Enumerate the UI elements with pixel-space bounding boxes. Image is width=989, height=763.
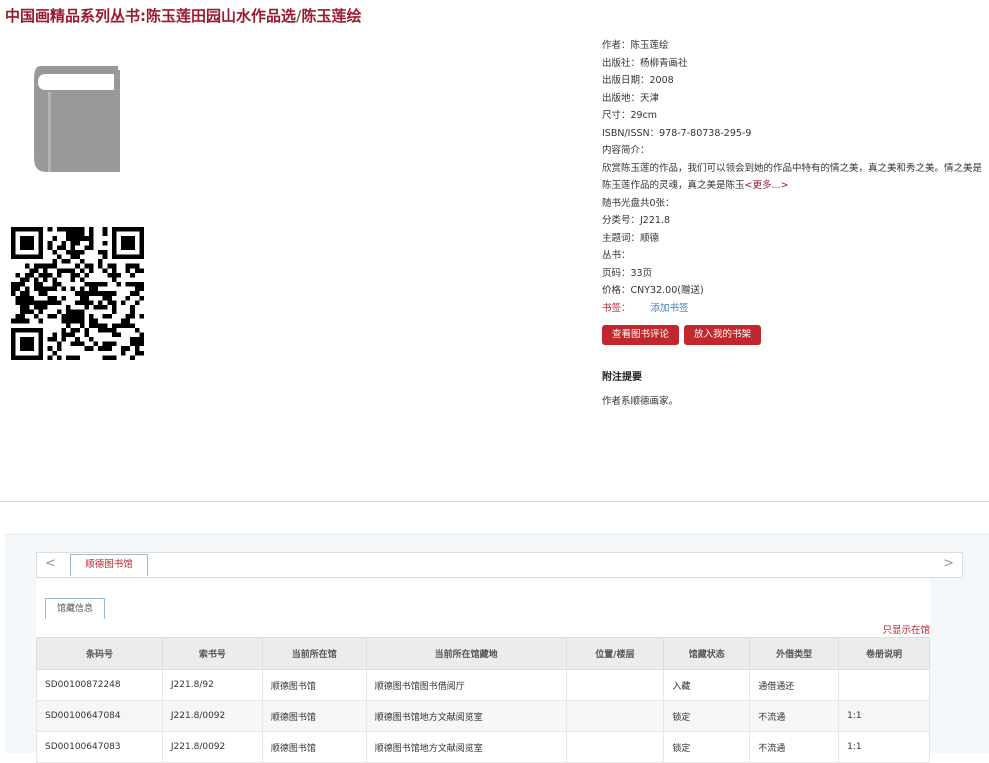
book-author: 陈玉莲绘 [301, 7, 362, 25]
table-cell [565, 700, 665, 732]
view-reviews-button[interactable]: 查看图书评论 [602, 325, 680, 345]
more-link[interactable]: <更多...> [745, 180, 789, 191]
column-header: 卷册说明 [838, 637, 930, 670]
holdings-table: 条码号 索书号 当前所在馆 当前所在馆藏地 位置/楼层 馆藏状态 外借类型 卷册说明 SD00… [36, 637, 930, 763]
info-date: 出版日期：2008 [602, 75, 674, 86]
page-title: 中国画精品系列丛书:陈玉莲田园山水作品选/陈玉莲绘 [5, 5, 362, 26]
table-cell: 顺德图书馆图书借阅厅 [365, 669, 567, 701]
column-header: 当前所在馆藏地 [365, 637, 567, 670]
table-header-row: 条码号 索书号 当前所在馆 当前所在馆藏地 位置/楼层 馆藏状态 外借类型 卷册说明 [36, 637, 930, 670]
table-cell [838, 669, 930, 701]
table-cell: 顺德图书馆地方文献阅览室 [365, 731, 567, 763]
chevron-right-icon[interactable]: > [943, 556, 954, 571]
add-to-shelf-button[interactable]: 放入我的书架 [684, 325, 762, 345]
table-cell: 顺德图书馆 [261, 731, 367, 763]
holdings-section: < 顺德图书馆 > 馆藏信息 只显示在馆 条码号 索书号 当前所在馆 当前所在馆藏地位… [5, 534, 989, 763]
info-series: 丛书： [602, 250, 631, 261]
table-cell: 1:1 [838, 731, 930, 763]
table-cell: SD00100647083 [36, 731, 163, 763]
chevron-left-icon[interactable]: < [45, 556, 56, 571]
table-cell: 通借通还 [749, 669, 840, 701]
annotation-text: 作者系顺德画家。 [602, 396, 679, 407]
add-bookmark-link[interactable]: 添加书签 [651, 303, 689, 314]
summary-text: 欣赏陈玉莲的作品，我们可以领会到她的作品中特有的情之美，真之美和秀之美。情之美是… [602, 162, 983, 192]
book-title: 中国画精品系列丛书:陈玉莲田园山水作品选 [5, 7, 297, 25]
table-body: SD00100872248 J221.8/92 顺德图书馆 顺德图书馆图书借阅厅 入藏通… [36, 669, 930, 763]
info-bookmark: 书签： 添加书签 [602, 300, 987, 318]
table-row: SD00100647084 J221.8/0092 顺德图书馆 顺德图书馆地方文献阅览… [36, 700, 930, 732]
qr-code-icon [11, 227, 144, 360]
book-info: 作者：陈玉莲绘 出版社：杨柳青画社 出版日期：2008 出版地：天津 尺寸：29… [602, 37, 987, 317]
table-cell [565, 731, 665, 763]
info-pages: 页码：33页 [602, 267, 653, 279]
info-place: 出版地：天津 [602, 92, 660, 104]
table-cell: 顺德图书馆 [261, 700, 367, 732]
table-row: SD00100872248 J221.8/92 顺德图书馆 顺德图书馆图书借阅厅 入藏通… [36, 669, 930, 701]
book-icon [34, 66, 120, 172]
info-subject: 主题词：顺德 [602, 232, 660, 244]
table-cell: SD00100872248 [36, 669, 163, 701]
column-header: 馆藏状态 [663, 637, 751, 670]
table-row: SD00100647083 J221.8/0092 顺德图书馆 顺德图书馆地方文献阅览… [36, 731, 930, 763]
table-cell: SD00100647084 [36, 700, 163, 732]
tab-shunde-library[interactable]: 顺德图书馆 [70, 554, 148, 576]
table-cell: 顺德图书馆 [261, 669, 367, 701]
column-header: 外借类型 [749, 637, 840, 670]
table-cell: J221.8/0092 [161, 700, 263, 732]
table-cell: 不流通 [749, 731, 840, 763]
info-price: 价格：CNY32.00(赠送) [602, 285, 704, 296]
info-summary: 欣赏陈玉莲的作品，我们可以领会到她的作品中特有的情之美，真之美和秀之美。情之美是… [602, 160, 987, 195]
info-cd: 随书光盘共0张： [602, 197, 675, 209]
info-class-no: 分类号：J221.8 [602, 215, 670, 226]
table-cell: J221.8/0092 [161, 731, 263, 763]
info-publisher: 出版社：杨柳青画社 [602, 57, 688, 69]
table-cell: 不流通 [749, 700, 840, 732]
table-cell: 入藏 [663, 669, 751, 701]
column-header: 当前所在馆 [261, 637, 367, 670]
column-header: 位置/楼层 [565, 637, 665, 670]
annotation-heading: 附注提要 [602, 372, 642, 383]
info-size: 尺寸：29cm [602, 110, 658, 121]
show-available-link[interactable]: 只显示在馆 [882, 622, 930, 636]
bookmark-label: 书签： [602, 302, 631, 314]
action-buttons: 查看图书评论 放入我的书架 [602, 322, 766, 345]
table-cell: 锁定 [663, 731, 751, 763]
column-header: 条码号 [36, 637, 163, 670]
holdings-panel: 馆藏信息 只显示在馆 条码号 索书号 当前所在馆 当前所在馆藏地 位置/楼层 馆藏状态 外借… [36, 579, 930, 763]
info-summary-label: 内容简介： [602, 145, 650, 156]
table-cell: J221.8/92 [161, 669, 263, 701]
table-cell: 顺德图书馆地方文献阅览室 [365, 700, 567, 732]
library-tab-bar: < 顺德图书馆 > [36, 552, 963, 578]
info-author: 作者：陈玉莲绘 [602, 40, 669, 51]
table-cell: 1:1 [838, 700, 930, 732]
info-isbn: ISBN/ISSN：978-7-80738-295-9 [602, 127, 752, 139]
tab-holdings-info[interactable]: 馆藏信息 [45, 598, 105, 619]
table-cell [565, 669, 665, 701]
column-header: 索书号 [161, 637, 263, 670]
table-cell: 锁定 [663, 700, 751, 732]
section-divider [0, 501, 989, 502]
